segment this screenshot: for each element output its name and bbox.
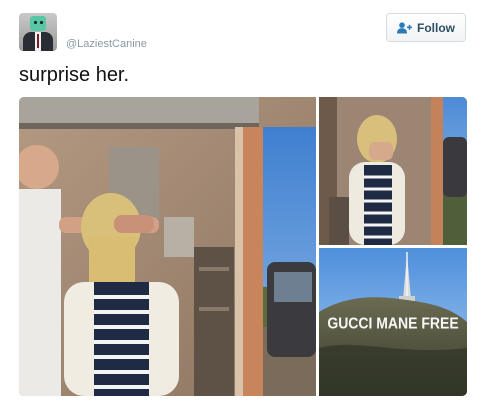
avatar-head [30,16,46,31]
hollywood-sign-photo[interactable]: GUCCI MANE FREE [319,248,467,396]
woman-covering-face-photo[interactable] [319,97,467,245]
sign-text: GUCCI MANE FREE [327,316,459,333]
garage-surprise-photo[interactable] [19,97,316,396]
follow-label: Follow [417,20,455,35]
media-grid: GUCCI MANE FREE [19,97,467,396]
user-handle[interactable]: @LaziestCanine [66,38,147,50]
follow-button[interactable]: Follow [386,13,466,42]
add-user-icon [397,21,412,34]
avatar[interactable] [19,13,57,51]
tweet-text: surprise her. [19,64,130,86]
